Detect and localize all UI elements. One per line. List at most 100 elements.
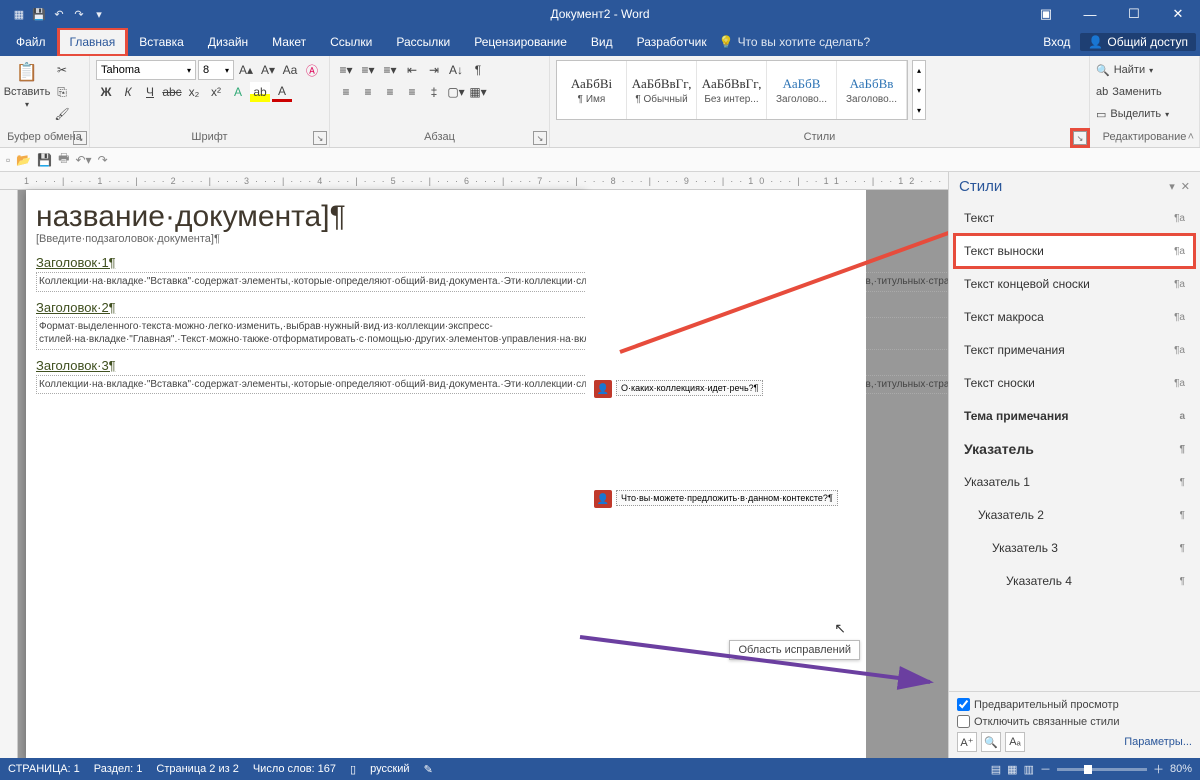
tab-review[interactable]: Рецензирование xyxy=(462,28,579,56)
close-button[interactable]: ✕ xyxy=(1156,0,1200,28)
shrink-font-icon[interactable]: A▾ xyxy=(258,60,278,80)
document-page[interactable]: название·документа]¶ [Введите·подзаголов… xyxy=(26,190,586,758)
align-right-icon[interactable]: ≡ xyxy=(380,82,400,102)
ribbon-display-icon[interactable]: ▣ xyxy=(1024,0,1068,28)
style-gallery-item[interactable]: АаБбВі¶ Имя xyxy=(557,61,627,119)
styles-launcher[interactable]: ↘ xyxy=(1073,131,1087,145)
select-button[interactable]: ▭Выделить▾ xyxy=(1096,104,1169,124)
styles-list[interactable]: Текст¶aТекст выноски¶aТекст концевой сно… xyxy=(949,200,1200,691)
replace-button[interactable]: abЗаменить xyxy=(1096,82,1162,102)
print-icon[interactable]: 🖶 xyxy=(58,149,69,170)
zoom-slider[interactable] xyxy=(1057,768,1147,771)
font-launcher[interactable]: ↘ xyxy=(313,131,327,145)
read-mode-icon[interactable]: ▤ xyxy=(991,763,1001,776)
bullets-icon[interactable]: ≡▾ xyxy=(336,60,356,80)
tab-references[interactable]: Ссылки xyxy=(318,28,384,56)
tab-layout[interactable]: Макет xyxy=(260,28,318,56)
borders-icon[interactable]: ▦▾ xyxy=(468,82,488,102)
style-gallery-item[interactable]: АаБбВвЗаголово... xyxy=(837,61,907,119)
strike-icon[interactable]: abc xyxy=(162,82,182,102)
pane-dropdown-icon[interactable]: ▾ xyxy=(1169,180,1175,193)
blank-icon[interactable]: ▫ xyxy=(6,153,10,167)
collapse-ribbon-icon[interactable]: ˄ xyxy=(1188,131,1194,143)
style-list-item[interactable]: Указатель 1¶ xyxy=(955,466,1194,498)
tab-home[interactable]: Главная xyxy=(58,28,128,56)
qat-more-icon[interactable]: ▾ xyxy=(90,8,108,21)
change-case-icon[interactable]: Aa xyxy=(280,60,300,80)
align-left-icon[interactable]: ≡ xyxy=(336,82,356,102)
status-words[interactable]: Число слов: 167 xyxy=(253,763,336,775)
undo-icon[interactable]: ↶ xyxy=(50,8,68,21)
copy-icon[interactable]: ⎘ xyxy=(52,82,72,102)
justify-icon[interactable]: ≡ xyxy=(402,82,422,102)
text-effects-icon[interactable]: A xyxy=(228,82,248,102)
style-list-item[interactable]: Текст концевой сноски¶a xyxy=(955,268,1194,300)
tab-developer[interactable]: Разработчик xyxy=(625,28,719,56)
status-page[interactable]: СТРАНИЦА: 1 xyxy=(8,763,80,775)
styles-gallery[interactable]: АаБбВі¶ ИмяАаБбВвГг,¶ ОбычныйАаБбВвГг,Бе… xyxy=(556,60,908,120)
preview-checkbox[interactable]: Предварительный просмотр xyxy=(957,698,1192,711)
undo2-icon[interactable]: ↶▾ xyxy=(76,153,92,167)
gallery-more-icon[interactable]: ▾ xyxy=(913,106,925,115)
preview-check[interactable] xyxy=(957,698,970,711)
style-list-item[interactable]: Указатель 4¶ xyxy=(955,565,1194,597)
subscript-icon[interactable]: x₂ xyxy=(184,82,204,102)
superscript-icon[interactable]: x² xyxy=(206,82,226,102)
font-color-icon[interactable]: A xyxy=(272,82,292,102)
tab-file[interactable]: Файл xyxy=(4,28,58,56)
paste-button[interactable]: 📋 Вставить ▾ xyxy=(6,60,48,109)
tell-me[interactable]: 💡 Что вы хотите сделать? xyxy=(719,28,871,56)
underline-icon[interactable]: Ч xyxy=(140,82,160,102)
status-lang[interactable]: русский xyxy=(370,763,409,775)
format-painter-icon[interactable]: 🖌 xyxy=(52,104,72,124)
zoom-in-icon[interactable]: ＋ xyxy=(1153,761,1164,777)
vertical-ruler[interactable] xyxy=(0,190,18,758)
tab-insert[interactable]: Вставка xyxy=(127,28,196,56)
minimize-button[interactable]: — xyxy=(1068,0,1112,28)
print-layout-icon[interactable]: ▦ xyxy=(1007,763,1017,776)
style-list-item[interactable]: Тема примечанияa xyxy=(955,400,1194,432)
sort-icon[interactable]: A↓ xyxy=(446,60,466,80)
grow-font-icon[interactable]: A▴ xyxy=(236,60,256,80)
track-changes-icon[interactable]: ✎ xyxy=(424,763,433,776)
style-list-item[interactable]: Указатель¶ xyxy=(955,433,1194,465)
style-gallery-item[interactable]: АаБбВвГг,Без интер... xyxy=(697,61,767,119)
italic-icon[interactable]: К xyxy=(118,82,138,102)
style-list-item[interactable]: Текст примечания¶a xyxy=(955,334,1194,366)
comment-2[interactable]: 👤 Что·вы·можете·предложить·в·данном·конт… xyxy=(594,490,838,508)
status-pages[interactable]: Страница 2 из 2 xyxy=(156,763,238,775)
disable-linked-check[interactable] xyxy=(957,715,970,728)
options-link[interactable]: Параметры... xyxy=(1124,736,1192,748)
decrease-indent-icon[interactable]: ⇤ xyxy=(402,60,422,80)
style-list-item[interactable]: Текст выноски¶a xyxy=(955,235,1194,267)
cut-icon[interactable]: ✂ xyxy=(52,60,72,80)
style-gallery-item[interactable]: АаБбВЗаголово... xyxy=(767,61,837,119)
bold-icon[interactable]: Ж xyxy=(96,82,116,102)
horizontal-ruler[interactable]: 1···|···1···|···2···|···3···|···4···|···… xyxy=(0,172,948,190)
manage-styles-icon[interactable]: Aₐ xyxy=(1005,732,1025,752)
comment-1[interactable]: 👤 О·каких·коллекциях·идет·речь?¶ xyxy=(594,380,763,398)
font-size-combo[interactable]: 8▾ xyxy=(198,60,234,80)
redo-icon[interactable]: ↷ xyxy=(70,8,88,21)
clear-format-icon[interactable]: Ⓐ xyxy=(302,60,322,80)
style-inspector-icon[interactable]: 🔍 xyxy=(981,732,1001,752)
style-list-item[interactable]: Текст¶a xyxy=(955,202,1194,234)
proofing-icon[interactable]: ▯ xyxy=(350,763,356,776)
align-center-icon[interactable]: ≡ xyxy=(358,82,378,102)
line-spacing-icon[interactable]: ‡ xyxy=(424,82,444,102)
style-list-item[interactable]: Текст сноски¶a xyxy=(955,367,1194,399)
share-button[interactable]: 👤 Общий доступ xyxy=(1080,33,1196,51)
maximize-button[interactable]: ☐ xyxy=(1112,0,1156,28)
style-gallery-item[interactable]: АаБбВвГг,¶ Обычный xyxy=(627,61,697,119)
style-list-item[interactable]: Указатель 3¶ xyxy=(955,532,1194,564)
multilevel-icon[interactable]: ≡▾ xyxy=(380,60,400,80)
highlight-icon[interactable]: ab xyxy=(250,82,270,102)
zoom-value[interactable]: 80% xyxy=(1170,763,1192,775)
pane-close-icon[interactable]: ✕ xyxy=(1181,180,1190,193)
paragraph-launcher[interactable]: ↘ xyxy=(533,131,547,145)
clipboard-launcher[interactable]: ↘ xyxy=(73,131,87,145)
tab-mailings[interactable]: Рассылки xyxy=(384,28,462,56)
zoom-out-icon[interactable]: － xyxy=(1040,761,1051,777)
font-name-combo[interactable]: Tahoma▾ xyxy=(96,60,196,80)
disable-linked-checkbox[interactable]: Отключить связанные стили xyxy=(957,715,1192,728)
